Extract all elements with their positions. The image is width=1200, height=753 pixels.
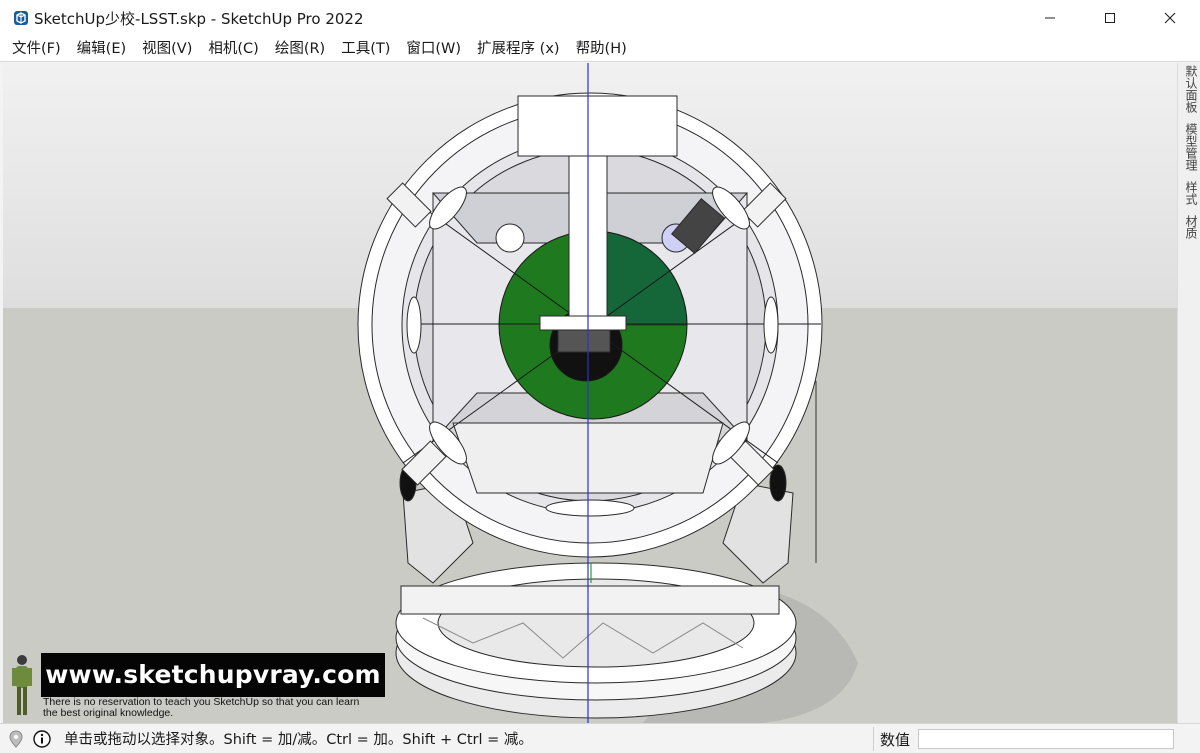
watermark-line-2: the best original knowledge. [43, 707, 174, 719]
measurements-label: 数值 [880, 731, 911, 749]
title-bar: SketchUp少校-LSST.skp - SketchUp Pro 2022 [0, 0, 1200, 36]
tray-tab-outliner[interactable]: 模型管理 [1180, 121, 1200, 173]
tray-tab-styles[interactable]: 样式 [1180, 179, 1200, 207]
menu-file[interactable]: 文件(F) [4, 36, 69, 62]
window-title: SketchUp少校-LSST.skp - SketchUp Pro 2022 [34, 9, 364, 28]
close-button[interactable] [1140, 0, 1200, 36]
status-bar: 单击或拖动以选择对象。Shift = 加/减。Ctrl = 加。Shift + … [0, 723, 1200, 753]
menu-camera[interactable]: 相机(C) [200, 36, 266, 62]
tray-tab-default-panel[interactable]: 默认面板 [1180, 63, 1200, 115]
menu-help[interactable]: 帮助(H) [568, 36, 635, 62]
minimize-button[interactable] [1020, 0, 1080, 36]
model-viewport[interactable] [3, 63, 1177, 723]
menu-tools[interactable]: 工具(T) [333, 36, 398, 62]
menu-window[interactable]: 窗口(W) [398, 36, 469, 62]
person-figure [8, 653, 36, 721]
minimize-icon [1045, 17, 1055, 19]
default-tray: 默认面板 模型管理 样式 材质 [1177, 63, 1200, 723]
geolocation-icon[interactable] [6, 729, 26, 749]
telescope-model[interactable] [3, 63, 1177, 723]
sketchup-app-icon [13, 10, 29, 26]
close-icon [1164, 12, 1176, 24]
menu-extensions[interactable]: 扩展程序 (x) [469, 36, 568, 62]
sketchup-window: SketchUp少校-LSST.skp - SketchUp Pro 2022 … [0, 0, 1200, 753]
menu-bar: 文件(F) 编辑(E) 视图(V) 相机(C) 绘图(R) 工具(T) 窗口(W… [0, 36, 1200, 62]
maximize-icon [1105, 13, 1115, 23]
menu-view[interactable]: 视图(V) [134, 36, 200, 62]
info-icon[interactable] [32, 729, 52, 749]
menu-draw[interactable]: 绘图(R) [267, 36, 333, 62]
menu-edit[interactable]: 编辑(E) [69, 36, 134, 62]
measurements-field[interactable] [918, 729, 1174, 749]
maximize-button[interactable] [1080, 0, 1140, 36]
telescope-base [395, 562, 797, 719]
status-hint: 单击或拖动以选择对象。Shift = 加/减。Ctrl = 加。Shift + … [64, 732, 533, 748]
status-divider [873, 727, 874, 751]
tray-tab-materials[interactable]: 材质 [1180, 213, 1200, 241]
watermark-url: www.sketchupvray.com [41, 653, 385, 697]
watermark-caption: There is no reservation to teach you Ske… [43, 697, 393, 719]
